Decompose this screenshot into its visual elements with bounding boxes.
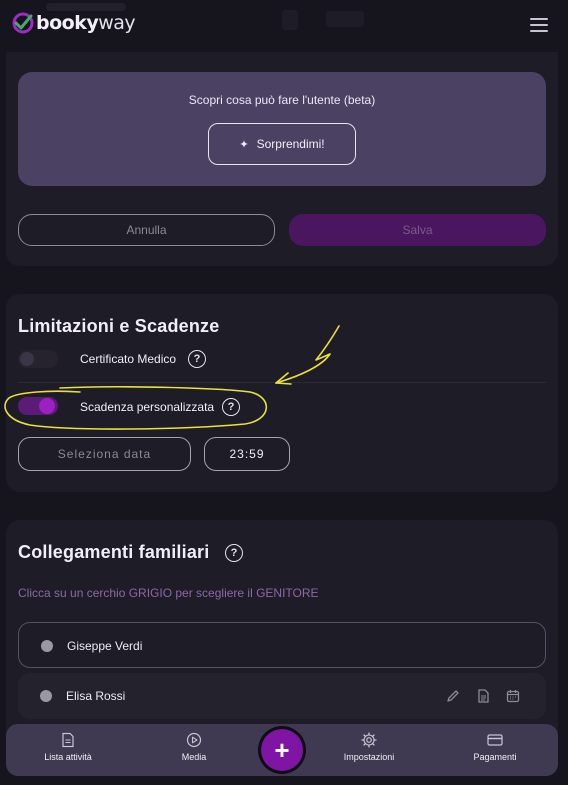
menu-icon[interactable]: [530, 18, 548, 32]
surprise-me-label: Sorprendimi!: [256, 137, 325, 151]
calendar-icon[interactable]: [505, 688, 521, 704]
medical-certificate-row: Certificato Medico ?: [6, 344, 558, 374]
custom-expiry-row: Scadenza personalizzata ?: [6, 392, 558, 422]
logo-suffix: way: [98, 12, 136, 34]
limits-card: Limitazioni e Scadenze Certificato Medic…: [6, 294, 558, 492]
app-logo[interactable]: bookyway: [12, 12, 136, 34]
beta-title: Scopri cosa può fare l'utente (beta): [188, 93, 376, 107]
nav-payments[interactable]: Pagamenti: [450, 732, 540, 762]
family-hint-text: Clicca su un cerchio GRIGIO per sceglier…: [18, 586, 319, 600]
plus-icon: +: [261, 729, 303, 771]
edit-user-card: Scopri cosa può fare l'utente (beta) ✦ S…: [6, 40, 558, 266]
logo-wordmark: bookyway: [36, 12, 136, 34]
document-icon[interactable]: [475, 688, 491, 704]
divider: [18, 382, 546, 383]
add-button[interactable]: +: [258, 726, 306, 774]
family-links-title: Collegamenti familiari: [18, 542, 210, 562]
top-bar: bookyway: [0, 0, 568, 52]
nav-activity-list[interactable]: Lista attività: [23, 732, 113, 762]
family-member-row[interactable]: Giseppe Verdi: [18, 622, 546, 668]
surprise-me-button[interactable]: ✦ Sorprendimi!: [208, 123, 356, 165]
help-icon[interactable]: ?: [222, 398, 240, 416]
save-button[interactable]: Salva: [289, 214, 546, 246]
credit-card-icon: [487, 734, 503, 746]
parent-select-circle[interactable]: [40, 690, 52, 702]
family-member-name: Giseppe Verdi: [67, 639, 143, 653]
time-input[interactable]: 23:59: [204, 437, 290, 471]
edit-icon[interactable]: [445, 688, 461, 704]
play-circle-icon: [186, 732, 202, 748]
nav-media[interactable]: Media: [149, 732, 239, 762]
date-picker-input[interactable]: Seleziona data: [18, 437, 191, 471]
limits-title: Limitazioni e Scadenze: [18, 316, 220, 336]
nav-label: Pagamenti: [473, 752, 517, 762]
medical-certificate-toggle[interactable]: [18, 350, 58, 368]
faded-header-text: [46, 3, 126, 11]
cancel-button[interactable]: Annulla: [18, 214, 275, 246]
help-icon[interactable]: ?: [225, 544, 243, 562]
faded-header-label: [326, 11, 364, 27]
nav-settings[interactable]: Impostazioni: [324, 732, 414, 762]
help-icon[interactable]: ?: [188, 350, 206, 368]
gear-icon: [361, 732, 377, 748]
custom-expiry-label: Scadenza personalizzata: [80, 400, 215, 414]
sparkle-icon: ✦: [239, 138, 249, 151]
family-member-name: Elisa Rossi: [66, 689, 126, 703]
logo-prefix: booky: [36, 12, 99, 34]
document-icon: [62, 732, 74, 748]
nav-label: Lista attività: [44, 752, 92, 762]
medical-certificate-label: Certificato Medico: [80, 352, 177, 366]
nav-label: Impostazioni: [343, 752, 395, 762]
parent-select-circle[interactable]: [41, 640, 53, 652]
faded-header-icon: [282, 10, 298, 30]
custom-expiry-toggle[interactable]: [18, 397, 58, 415]
nav-label: Media: [181, 752, 207, 762]
family-member-row[interactable]: Elisa Rossi: [18, 673, 546, 719]
beta-feature-panel: Scopri cosa può fare l'utente (beta) ✦ S…: [18, 72, 546, 186]
bookyway-logo-icon: [12, 12, 34, 34]
bottom-navigation: Lista attività Media + Impostazioni Paga…: [6, 724, 558, 776]
